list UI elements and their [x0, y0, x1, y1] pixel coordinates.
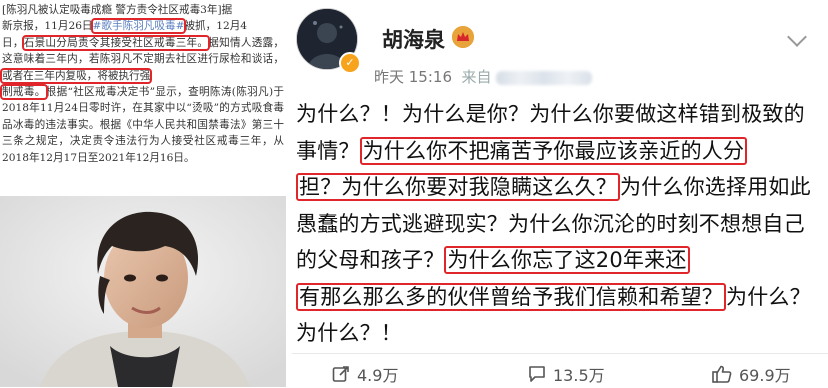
topic-tag-link[interactable]: #歌手陈羽凡吸毒#	[93, 20, 185, 32]
news-highlight-1: 石景山分局责令其接受社区戒毒三年。	[21, 34, 211, 51]
news-highlight-tag[interactable]: #歌手陈羽凡吸毒#	[90, 18, 187, 35]
comment-button[interactable]: 13.5万	[528, 362, 605, 386]
verified-badge-icon: ✓	[339, 52, 361, 74]
post-timestamp: 昨天 15:16	[374, 68, 452, 86]
repost-icon	[332, 366, 349, 382]
thumbs-up-icon	[712, 365, 732, 383]
post-username[interactable]: 胡海泉	[382, 24, 445, 54]
chevron-down-icon[interactable]	[787, 27, 807, 47]
comment-count: 13.5万	[553, 366, 605, 385]
post-body-text: 为什么？！为什么是你？为什么你要做这样错到极致的事情？ 为什么你不把痛苦予你最应该…	[296, 96, 824, 352]
weibo-post: ✓ 胡海泉 昨天 15:16 来自 为什么？！为什么是你？为什么你要做这样错到极…	[292, 0, 828, 387]
post-action-bar: 4.9万 13.5万 69.9万	[292, 353, 828, 388]
blurred-source-device	[495, 70, 592, 85]
post-meta: 昨天 15:16 来自	[374, 66, 592, 87]
news-text-segment: 被抓，12月4	[184, 20, 248, 33]
comment-icon	[529, 366, 545, 382]
news-highlight-2b: 制戒毒。	[0, 84, 48, 101]
vip-crown-icon	[452, 26, 474, 48]
post-highlight-1b: 担？为什么你要对我隐瞒这么久？	[296, 173, 620, 201]
news-screenshot: [陈羽凡被认定吸毒成瘾 警方责令社区戒毒3年]据 新京报，11月26日#歌手陈羽凡…	[0, 0, 286, 387]
news-highlight-2: 或者在三年内复吸，将被执行强	[0, 67, 153, 84]
news-text-segment: 新京报，11月26日	[2, 20, 93, 33]
portrait-photo	[0, 196, 286, 387]
repost-button[interactable]: 4.9万	[332, 362, 398, 386]
like-count: 69.9万	[739, 366, 791, 385]
repost-count: 4.9万	[357, 366, 399, 385]
news-headline: [陈羽凡被认定吸毒成瘾 警方责令社区戒毒3年]据	[2, 4, 233, 16]
post-highlight-2a: 为什么你忘了这20年来还	[444, 246, 690, 274]
portrait-illustration	[0, 196, 286, 387]
post-highlight-2b: 有那么那么多的伙伴曾给予我们信赖和希望？	[296, 282, 726, 311]
post-source-label: 来自	[461, 68, 492, 86]
post-highlight-1a: 为什么你不把痛苦予你最应该亲近的人分	[359, 136, 748, 165]
news-text-segment: 日，	[2, 36, 24, 49]
like-button[interactable]: 69.9万	[712, 362, 791, 386]
news-article-text: [陈羽凡被认定吸毒成瘾 警方责令社区戒毒3年]据 新京报，11月26日#歌手陈羽凡…	[0, 2, 284, 166]
